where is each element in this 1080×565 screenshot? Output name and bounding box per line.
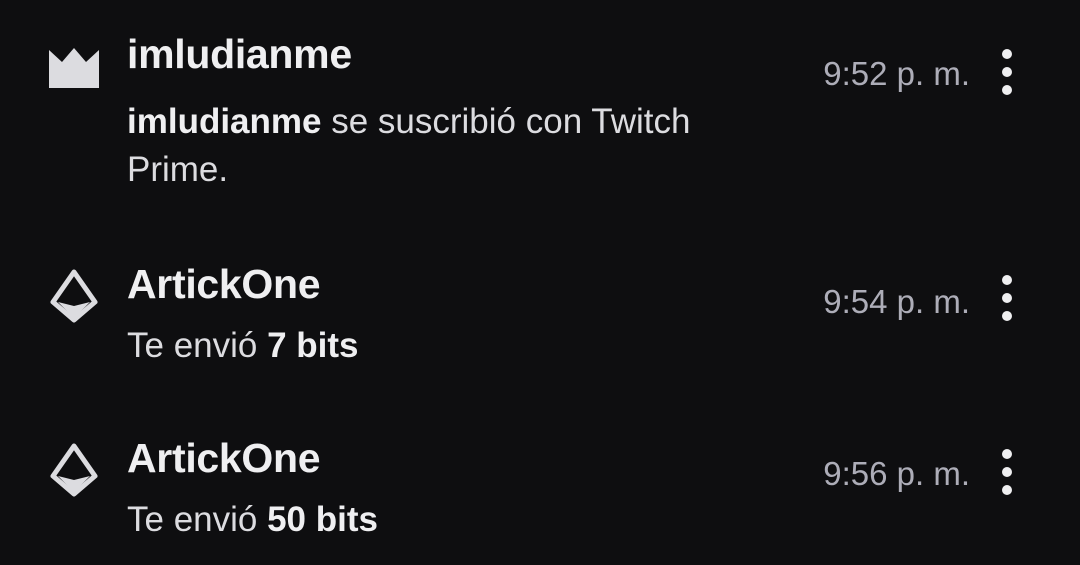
activity-item-body: ArtickOne Te envió 50 bits	[127, 434, 767, 544]
activity-user-name[interactable]: ArtickOne	[127, 260, 767, 308]
dot	[1002, 275, 1012, 285]
activity-timestamp: 9:56 p. m.	[823, 455, 970, 492]
dot	[1002, 293, 1012, 303]
activity-timestamp: 9:54 p. m.	[823, 283, 970, 320]
activity-user-name[interactable]: ArtickOne	[127, 434, 767, 482]
activity-item-body: imludianme imludianme se suscribió con T…	[127, 30, 767, 194]
activity-message: imludianme se suscribió con Twitch Prime…	[127, 98, 767, 194]
activity-feed: imludianme imludianme se suscribió con T…	[0, 0, 1080, 565]
dot	[1002, 449, 1012, 459]
bits-gem-icon	[46, 268, 102, 324]
activity-item-body: ArtickOne Te envió 7 bits	[127, 260, 767, 370]
bits-gem-icon	[46, 442, 102, 498]
bits-amount: 50 bits	[267, 500, 378, 539]
crown-icon	[46, 40, 102, 96]
bits-amount: 7 bits	[267, 326, 359, 365]
activity-timestamp: 9:52 p. m.	[823, 55, 970, 92]
more-options-button[interactable]	[990, 442, 1024, 502]
more-options-button[interactable]	[990, 268, 1024, 328]
dot	[1002, 467, 1012, 477]
activity-message-user: imludianme	[127, 102, 322, 141]
activity-message-text: Te envió	[127, 500, 268, 539]
dot	[1002, 49, 1012, 59]
dot	[1002, 67, 1012, 77]
activity-message: Te envió 7 bits	[127, 322, 767, 370]
dot	[1002, 85, 1012, 95]
dot	[1002, 311, 1012, 321]
activity-message: Te envió 50 bits	[127, 496, 767, 544]
dot	[1002, 485, 1012, 495]
more-options-button[interactable]	[990, 42, 1024, 102]
activity-user-name[interactable]: imludianme	[127, 30, 767, 78]
activity-message-text: Te envió	[127, 326, 268, 365]
